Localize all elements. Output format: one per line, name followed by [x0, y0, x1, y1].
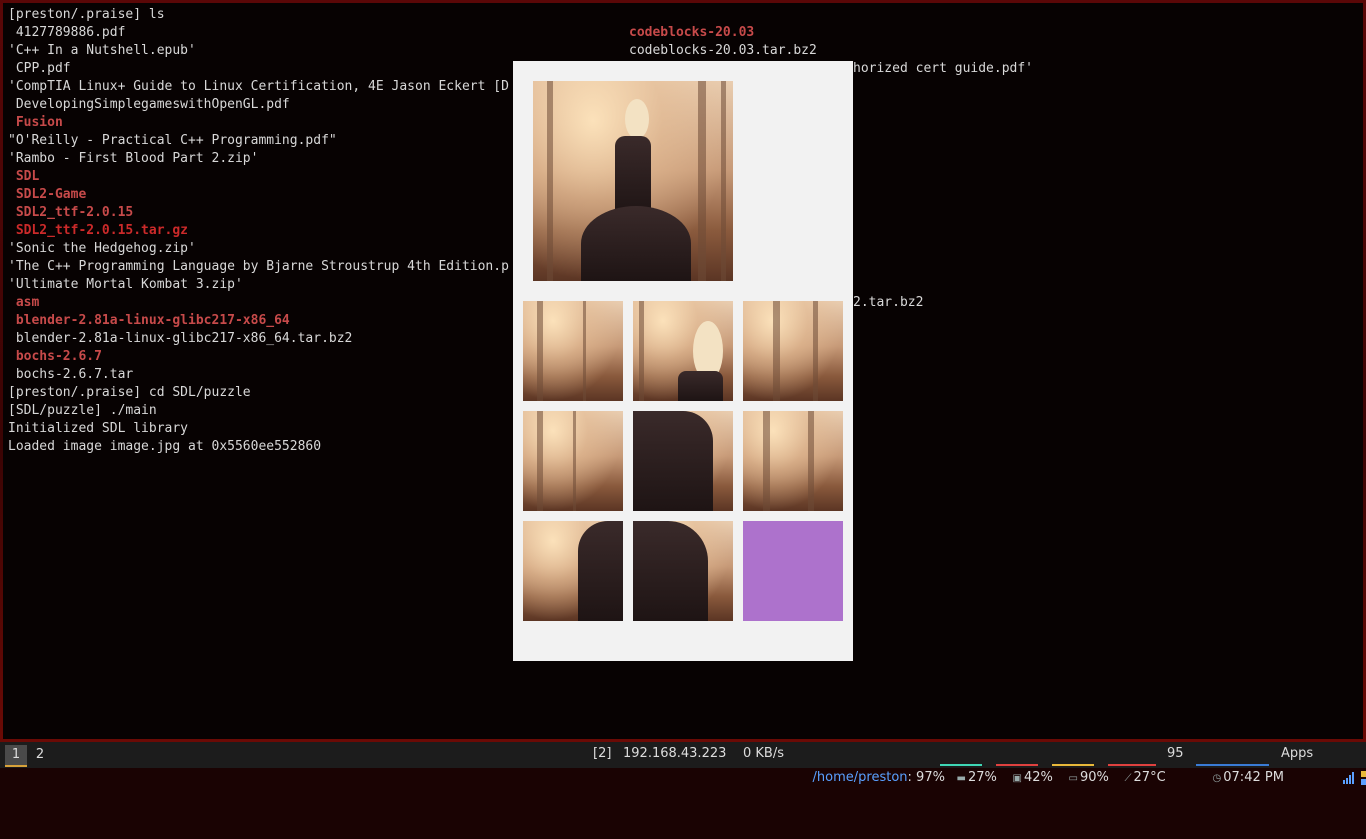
terminal-line: 'Rambo - First Blood Part 2.zip' — [8, 151, 259, 166]
puzzle-tile-1[interactable] — [523, 301, 623, 401]
terminal-line: DevelopingSimplegameswithOpenGL.pdf — [8, 97, 290, 112]
terminal-line: SDL — [8, 169, 40, 184]
preview-image — [533, 81, 733, 281]
disk-usage: /home/preston: 97% — [796, 742, 945, 785]
terminal-line: SDL2_ttf-2.0.15.tar.gz — [8, 223, 189, 238]
puzzle-tile-5[interactable] — [633, 411, 733, 511]
memory-value: 27% — [967, 770, 997, 785]
terminal-line: CPP.pdf — [8, 61, 71, 76]
puzzle-window[interactable] — [513, 61, 853, 661]
terminal-line: [preston/.praise] cd SDL/puzzle — [8, 385, 251, 400]
memory-icon: ▬ — [956, 773, 966, 784]
clock-time: 07:42 PM — [1223, 770, 1284, 785]
terminal-line: bochs-2.6.7 — [8, 349, 102, 364]
disk-path: /home/preston — [812, 770, 908, 785]
clock-icon: ◷ — [1212, 773, 1222, 784]
apps-menu[interactable]: Apps — [1281, 742, 1313, 768]
terminal-line: 'Ultimate Mortal Kombat 3.zip' — [8, 277, 243, 292]
clock[interactable]: ◷ 07:42 PM — [1196, 742, 1284, 785]
terminal-line: codeblocks-20.03.tar.bz2 — [629, 43, 817, 58]
battery-status: ▭ 90% — [1052, 742, 1109, 785]
terminal-line: [preston/.praise] ls — [8, 7, 165, 22]
terminal-line: blender-2.81a-linux-glibc217-x86_64.tar.… — [8, 331, 353, 346]
terminal-line: bochs-2.6.7.tar — [8, 367, 134, 382]
volume-level[interactable]: 95 — [1167, 742, 1184, 768]
puzzle-tile-7[interactable] — [523, 521, 623, 621]
terminal-line: 2.tar.bz2 — [853, 295, 924, 310]
terminal-line: Fusion — [8, 115, 63, 130]
puzzle-tile-6[interactable] — [743, 411, 843, 511]
terminal-line: 4127789886.pdf — [8, 25, 126, 40]
terminal-line: asm — [8, 295, 40, 310]
workspace-1[interactable]: 1 — [5, 745, 27, 767]
terminal-line: SDL2-Game — [8, 187, 87, 202]
terminal-line: Initialized SDL library — [8, 421, 189, 436]
terminal-line: SDL2_ttf-2.0.15 — [8, 205, 134, 220]
ip-address: 192.168.43.223 — [623, 746, 727, 761]
cpu-usage: ▣ 42% — [996, 742, 1053, 785]
terminal-line: 'C++ In a Nutshell.epub' — [8, 43, 196, 58]
puzzle-tile-2[interactable] — [633, 301, 733, 401]
network-speed: 0 KB/s — [743, 746, 784, 761]
bracket-indicator: [2] — [593, 746, 612, 761]
terminal-line: 'Sonic the Hedgehog.zip' — [8, 241, 196, 256]
workspace-2[interactable]: 2 — [29, 745, 51, 765]
terminal-line: blender-2.81a-linux-glibc217-x86_64 — [8, 313, 290, 328]
battery-value: 90% — [1079, 770, 1109, 785]
terminal-line: 'The C++ Programming Language by Bjarne … — [8, 259, 509, 274]
memory-usage: ▬ 27% — [940, 742, 997, 785]
temperature: ⟋ 27°C — [1108, 742, 1166, 785]
terminal-line: [SDL/puzzle] ./main — [8, 403, 157, 418]
cpu-value: 42% — [1023, 770, 1053, 785]
puzzle-empty-slot[interactable] — [743, 521, 843, 621]
tray-icon[interactable] — [1344, 742, 1366, 785]
puzzle-tile-8[interactable] — [633, 521, 733, 621]
thermometer-icon: ⟋ — [1124, 773, 1132, 784]
terminal-line: horized cert guide.pdf' — [853, 61, 1034, 76]
terminal-line: codeblocks-20.03 — [629, 25, 755, 40]
battery-icon: ▭ — [1068, 773, 1078, 784]
puzzle-tile-3[interactable] — [743, 301, 843, 401]
terminal-line: Loaded image image.jpg at 0x5560ee552860 — [8, 439, 322, 454]
puzzle-tile-4[interactable] — [523, 411, 623, 511]
temperature-value: 27°C — [1133, 770, 1166, 785]
terminal-line: "O'Reilly - Practical C++ Programming.pd… — [8, 133, 337, 148]
status-bar: 1 2 [2] 192.168.43.223 0 KB/s /home/pres… — [0, 742, 1366, 785]
terminal-line: 'CompTIA Linux+ Guide to Linux Certifica… — [8, 79, 509, 94]
cpu-icon: ▣ — [1012, 773, 1022, 784]
